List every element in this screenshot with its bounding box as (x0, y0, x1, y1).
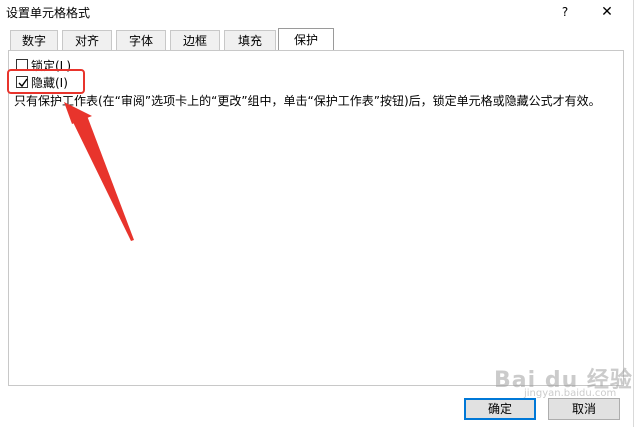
cancel-button[interactable]: 取消 (548, 398, 620, 420)
ok-button[interactable]: 确定 (464, 398, 536, 420)
format-cells-dialog: 设置单元格格式 ? ✕ 数字 对齐 字体 边框 填充 保护 锁定(L) 隐藏(I… (0, 0, 634, 427)
